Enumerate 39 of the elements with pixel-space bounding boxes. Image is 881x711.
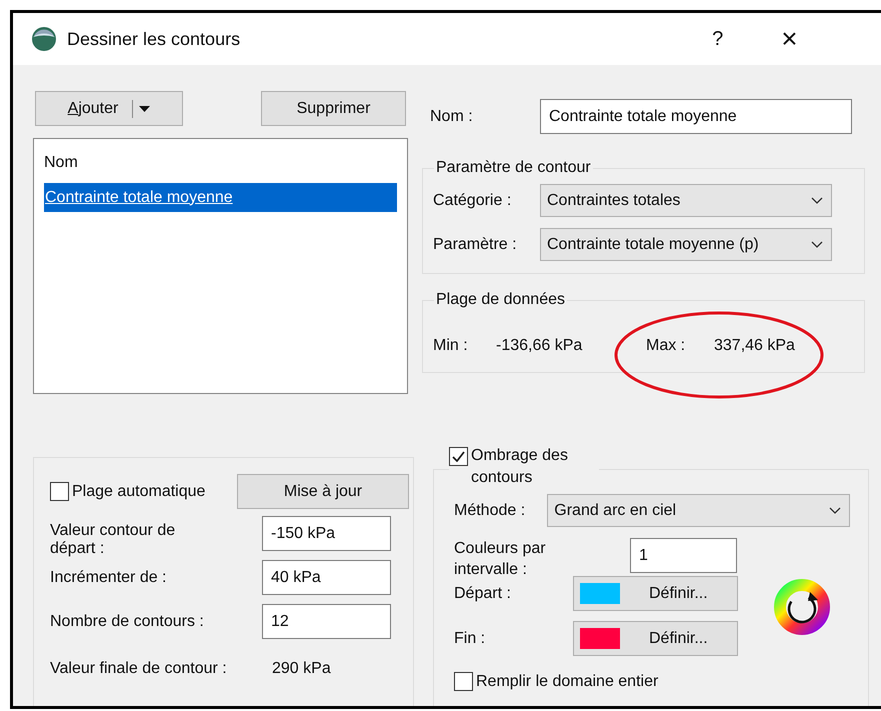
- help-button[interactable]: ?: [712, 24, 724, 54]
- input-field[interactable]: 1: [630, 538, 737, 573]
- final-value: 290 kPa: [272, 659, 331, 679]
- add-button[interactable]: Ajouter: [35, 91, 183, 126]
- field-label: Valeur contour de départ :: [50, 521, 176, 558]
- color-label: Départ :: [454, 584, 512, 604]
- min-value: -136,66 kPa: [496, 336, 584, 356]
- field-label: Incrémenter de :: [50, 568, 168, 586]
- dropdown[interactable]: Contraintes totales: [540, 184, 832, 217]
- input-field[interactable]: Contrainte totale moyenne: [540, 99, 852, 134]
- close-button[interactable]: ×: [781, 25, 798, 53]
- group-title: Plage de données: [435, 290, 566, 310]
- color-label: Fin :: [454, 628, 486, 648]
- delete-button[interactable]: Supprimer: [261, 91, 406, 126]
- checkbox-label: Ombrage des contours: [471, 446, 569, 488]
- max-label: Max :: [646, 336, 686, 356]
- group-title: Paramètre de contour: [435, 158, 592, 178]
- input-field[interactable]: 12: [262, 604, 391, 639]
- list-header: Nom: [44, 153, 79, 173]
- min-label: Min :: [433, 336, 469, 356]
- name-label: Nom :: [430, 106, 474, 126]
- colors-label: Couleurs par intervalle :: [454, 539, 547, 580]
- define-color-button[interactable]: Définir...: [573, 576, 738, 611]
- window-title: Dessiner les contours: [67, 28, 240, 50]
- final-value-label: Valeur finale de contour :: [50, 659, 228, 679]
- define-color-button[interactable]: Définir...: [573, 621, 738, 656]
- dropdown[interactable]: Grand arc en ciel: [547, 494, 850, 527]
- input-field[interactable]: -150 kPa: [262, 516, 391, 551]
- field-label: Paramètre :: [433, 234, 518, 254]
- field-label: Catégorie :: [433, 190, 512, 210]
- dropdown[interactable]: Contrainte totale moyenne (p): [540, 228, 832, 261]
- checkbox-label: Plage automatique: [72, 482, 206, 502]
- field-label: Nombre de contours :: [50, 612, 205, 630]
- update-button[interactable]: Mise à jour: [237, 474, 409, 509]
- list-item[interactable]: Contrainte totale moyenne: [44, 183, 397, 212]
- method-label: Méthode :: [454, 500, 526, 520]
- checkbox-label: Remplir le domaine entier: [476, 672, 658, 692]
- input-field[interactable]: 40 kPa: [262, 560, 391, 595]
- max-value: 337,46 kPa: [714, 336, 795, 356]
